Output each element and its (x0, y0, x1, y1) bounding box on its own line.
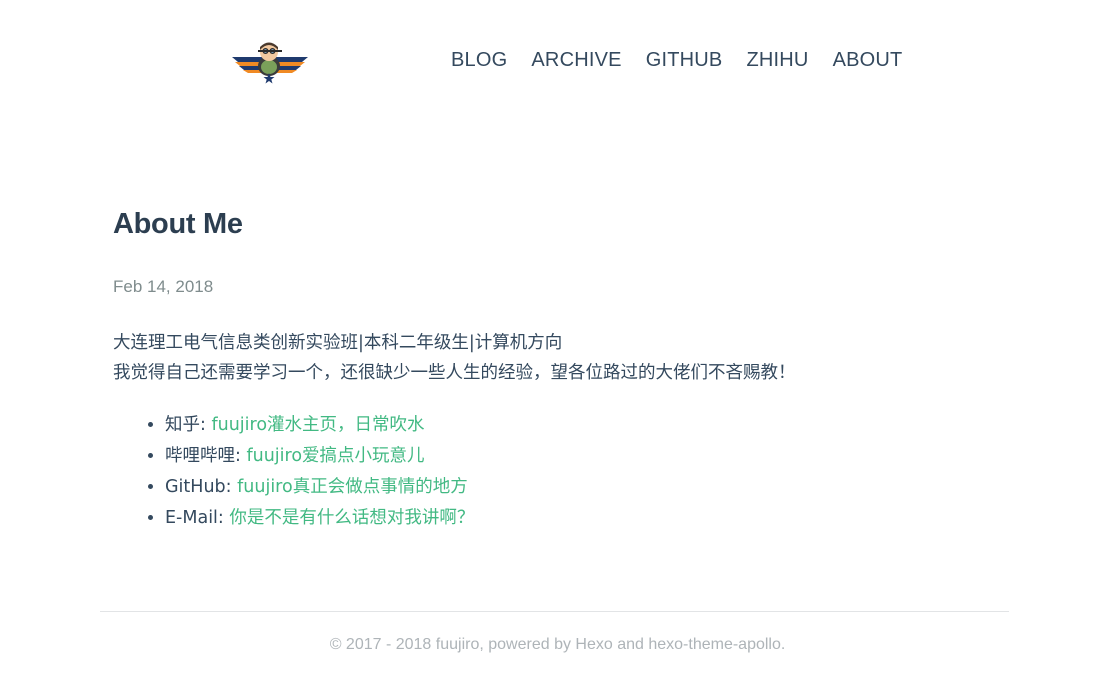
list-item-label: E-Mail: (165, 508, 230, 528)
zhihu-link[interactable]: fuujiro灌水主页，日常吹水 (211, 415, 424, 435)
footer-divider (100, 611, 1009, 612)
list-item-label: 知乎: (165, 415, 212, 435)
list-item-github: GitHub: fuujiro真正会做点事情的地方 (165, 472, 474, 503)
list-item-label: GitHub: (165, 477, 238, 497)
intro-line-2: 我觉得自己还需要学习一个，还很缺少一些人生的经验，望各位路过的大佬们不吝赐教！ (113, 363, 796, 383)
nav-item-blog: BLOG (451, 47, 531, 73)
nav-link-blog[interactable]: BLOG (451, 47, 507, 73)
nav-item-zhihu: ZHIHU (746, 47, 832, 73)
github-link[interactable]: fuujiro真正会做点事情的地方 (237, 477, 468, 497)
intro-text: 大连理工电气信息类创新实验班|本科二年级生|计算机方向 我觉得自己还需要学习一个… (113, 328, 796, 388)
main-nav: BLOG ARCHIVE GITHUB ZHIHU ABOUT (451, 47, 926, 73)
nav-link-archive[interactable]: ARCHIVE (531, 47, 621, 73)
email-link[interactable]: 你是不是有什么话想对我讲啊？ (229, 508, 474, 528)
list-item-email: E-Mail: 你是不是有什么话想对我讲啊？ (165, 503, 474, 534)
page-title: About Me (113, 208, 243, 240)
pilot-mascot-logo-icon[interactable] (231, 40, 309, 84)
nav-link-about[interactable]: ABOUT (833, 47, 903, 73)
nav-item-about: ABOUT (833, 47, 927, 73)
intro-line-1: 大连理工电气信息类创新实验班|本科二年级生|计算机方向 (113, 333, 563, 353)
footer-text: © 2017 - 2018 fuujiro, powered by Hexo a… (329, 636, 786, 653)
contact-list: 知乎: fuujiro灌水主页，日常吹水 哔哩哔哩: fuujiro爱搞点小玩意… (145, 410, 474, 534)
nav-item-archive: ARCHIVE (531, 47, 645, 73)
nav-link-github[interactable]: GITHUB (646, 47, 723, 73)
bilibili-link[interactable]: fuujiro爱搞点小玩意儿 (246, 446, 424, 466)
list-item-label: 哔哩哔哩: (165, 446, 247, 466)
page: BLOG ARCHIVE GITHUB ZHIHU ABOUT About Me… (0, 0, 1115, 688)
list-item-zhihu: 知乎: fuujiro灌水主页，日常吹水 (165, 410, 474, 441)
nav-item-github: GITHUB (646, 47, 747, 73)
post-date: Feb 14, 2018 (113, 277, 214, 296)
nav-link-zhihu[interactable]: ZHIHU (746, 47, 808, 73)
list-item-bilibili: 哔哩哔哩: fuujiro爱搞点小玩意儿 (165, 441, 474, 472)
